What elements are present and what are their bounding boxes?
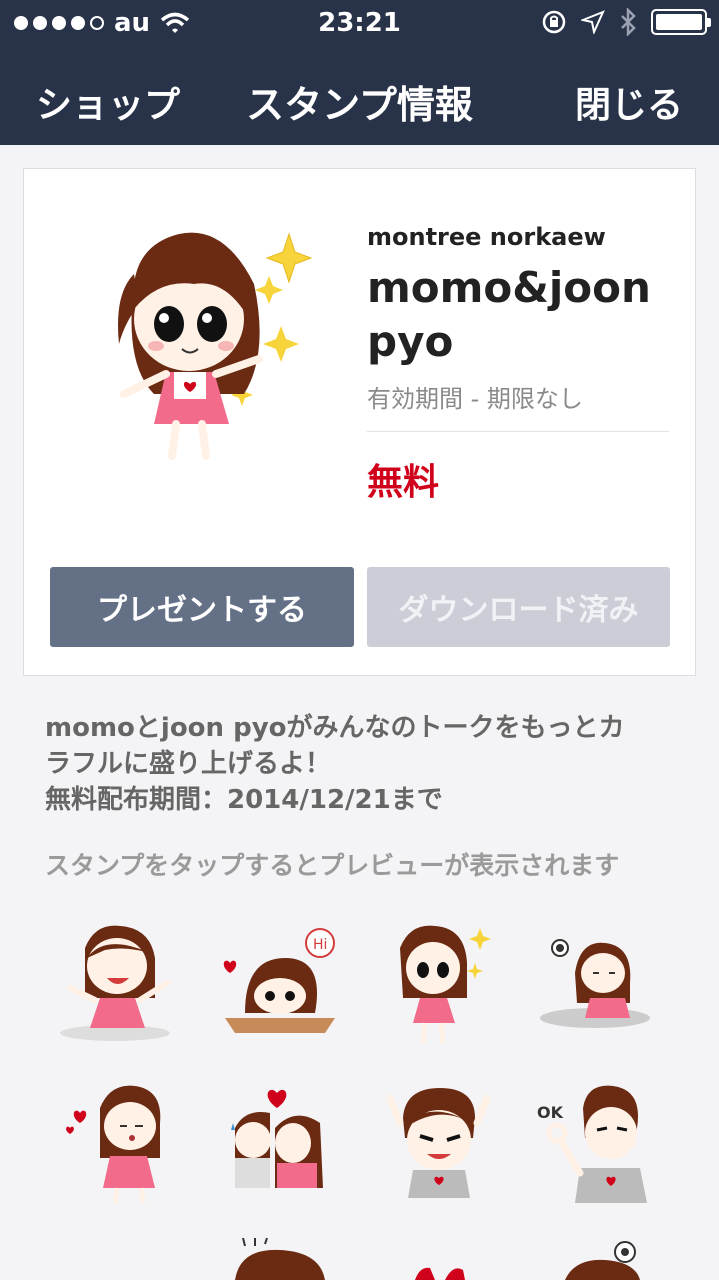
- battery-icon: [651, 9, 711, 35]
- sticker-preview[interactable]: [215, 1078, 345, 1208]
- preview-hint: スタンプをタップするとプレビューが表示されます: [45, 851, 620, 880]
- sticker-preview[interactable]: [55, 1078, 185, 1208]
- sticker-preview[interactable]: [375, 1238, 505, 1280]
- svg-text:OK: OK: [537, 1103, 564, 1122]
- sticker-preview[interactable]: OK: [535, 1078, 665, 1208]
- validity-period: 有効期間 - 期限なし: [367, 385, 583, 413]
- sticker-preview[interactable]: [215, 1238, 345, 1280]
- sticker-preview[interactable]: Hi: [215, 918, 345, 1048]
- sticker-preview[interactable]: [535, 918, 665, 1048]
- downloaded-button[interactable]: ダウンロード済み: [367, 567, 670, 647]
- status-bar: au 23:21: [0, 0, 719, 52]
- author-name[interactable]: montree norkaew: [367, 223, 606, 251]
- gift-button[interactable]: プレゼントする: [50, 567, 354, 647]
- top-bar: au 23:21 ショップ スタンプ情報 閉じる: [0, 0, 719, 145]
- close-button[interactable]: 閉じる: [575, 76, 683, 128]
- divider: [367, 431, 669, 432]
- sticker-title: momo&joon pyo: [367, 263, 651, 366]
- description-line: ラフルに盛り上げるよ！: [45, 749, 332, 779]
- description-line: 無料配布期間：2014/12/21まで: [45, 785, 443, 815]
- sticker-info-card: montree norkaew momo&joon pyo 有効期間 - 期限な…: [23, 168, 696, 676]
- sticker-preview[interactable]: [375, 1078, 505, 1208]
- sticker-preview[interactable]: [375, 918, 505, 1048]
- description-line: momoとjoon pyoがみんなのトークをもっとカ: [45, 713, 625, 743]
- navigation-bar: ショップ スタンプ情報 閉じる: [0, 52, 719, 145]
- description: momoとjoon pyoがみんなのトークをもっとカ ラフルに盛り上げるよ！ 無…: [45, 710, 685, 818]
- location-arrow-icon: [581, 10, 605, 34]
- sticker-preview[interactable]: [55, 918, 185, 1048]
- sticker-main-image: [118, 232, 313, 460]
- svg-text:Hi: Hi: [313, 937, 327, 953]
- bluetooth-icon: [621, 8, 636, 36]
- rotation-lock-icon: [542, 10, 566, 34]
- sticker-preview[interactable]: [535, 1238, 665, 1280]
- price-label: 無料: [367, 462, 440, 503]
